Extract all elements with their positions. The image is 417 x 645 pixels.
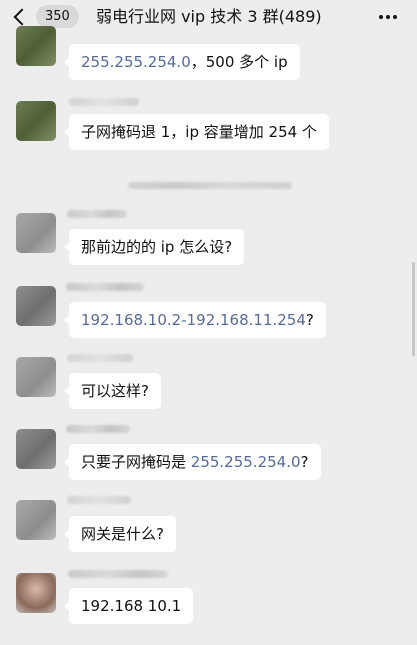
- message-text: ，500 多个 ip: [190, 53, 288, 71]
- ip-address-link[interactable]: 255.255.254.0: [81, 53, 191, 71]
- sender-nickname-blurred: [67, 354, 133, 362]
- scrollbar[interactable]: [412, 262, 415, 356]
- timestamp-blurred: [128, 182, 292, 189]
- message-text: ?: [305, 311, 314, 329]
- message-text: 192.168 10.1: [81, 597, 182, 615]
- avatar[interactable]: [16, 357, 56, 397]
- sender-nickname-blurred: [67, 496, 131, 504]
- chat-title: 弱电行业网 vip 技术 3 群(489): [96, 7, 322, 26]
- message-bubble[interactable]: 192.168.10.2-192.168.11.254?: [64, 302, 326, 338]
- message-bubble[interactable]: 子网掩码退 1，ip 容量增加 254 个: [64, 114, 329, 150]
- sender-nickname-blurred: [66, 283, 144, 291]
- avatar[interactable]: [16, 573, 56, 613]
- more-button[interactable]: [379, 15, 397, 19]
- message-bubble[interactable]: 只要子网掩码是 255.255.254.0?: [64, 444, 321, 480]
- message-text: 可以这样?: [81, 382, 149, 400]
- avatar[interactable]: [16, 213, 56, 253]
- avatar[interactable]: [16, 101, 56, 141]
- avatar[interactable]: [16, 429, 56, 469]
- message-text: 子网掩码退 1，ip 容量增加 254 个: [81, 123, 317, 141]
- ip-address-link[interactable]: 255.255.254.0: [191, 453, 301, 471]
- message-text: 只要子网掩码是: [81, 453, 191, 471]
- sender-nickname-blurred: [69, 98, 139, 106]
- chevron-left-icon: [13, 8, 31, 26]
- message-text: ?: [300, 453, 309, 471]
- message-bubble[interactable]: 那前边的的 ip 怎么设?: [63, 229, 245, 265]
- chat-screen: 350 弱电行业网 vip 技术 3 群(489) 255.255.254.0，…: [0, 0, 417, 645]
- ip-address-link[interactable]: 192.168.10.2-192.168.11.254: [81, 311, 306, 329]
- message-bubble[interactable]: 255.255.254.0，500 多个 ip: [64, 44, 300, 80]
- sender-nickname-blurred: [66, 425, 130, 433]
- message-text: 那前边的的 ip 怎么设?: [81, 238, 233, 256]
- sender-nickname-blurred: [68, 570, 168, 578]
- more-horizontal-icon: [379, 15, 383, 19]
- sender-nickname-blurred: [67, 210, 127, 218]
- navigation-bar: 350 弱电行业网 vip 技术 3 群(489): [0, 0, 417, 34]
- avatar[interactable]: [16, 286, 56, 326]
- message-bubble[interactable]: 192.168 10.1: [63, 588, 194, 624]
- message-bubble[interactable]: 网关是什么?: [64, 516, 176, 552]
- avatar[interactable]: [16, 26, 56, 66]
- avatar[interactable]: [16, 500, 56, 540]
- unread-count-badge[interactable]: 350: [36, 5, 79, 28]
- message-bubble[interactable]: 可以这样?: [64, 373, 161, 409]
- message-text: 网关是什么?: [81, 525, 164, 543]
